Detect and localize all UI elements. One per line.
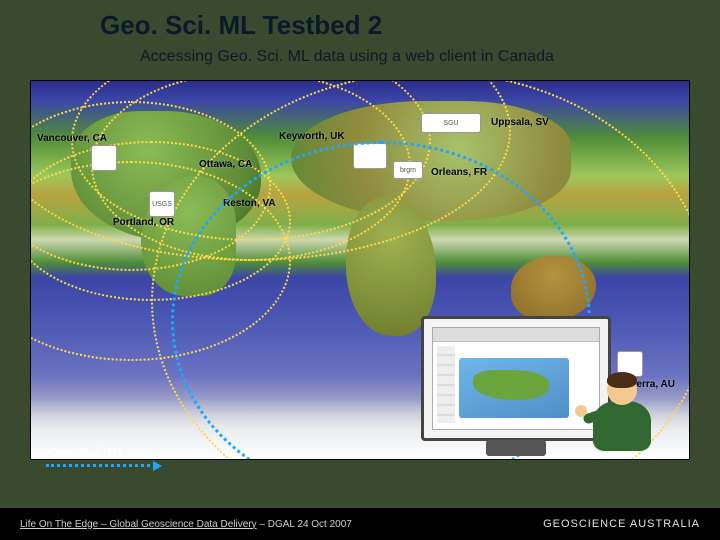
geosci-ml-arrow	[46, 464, 156, 467]
logo-bgs	[353, 143, 387, 169]
web-client-monitor	[421, 316, 611, 441]
logo-vancouver	[91, 145, 117, 171]
footer-left: Life On The Edge – Global Geoscience Dat…	[20, 519, 352, 530]
geosci-ml-badge: Geo. Sci. ML	[48, 445, 126, 460]
label-uppsala: Uppsala, SV	[491, 117, 549, 128]
browser-sidebar	[437, 346, 455, 423]
label-keyworth: Keyworth, UK	[279, 131, 345, 142]
browser-toolbar	[433, 328, 599, 342]
user-illustration	[589, 375, 659, 460]
logo-brgm: brgm	[393, 161, 423, 179]
world-map-panel: Vancouver, CA Portland, OR USGS Reston, …	[30, 80, 690, 460]
slide-subtitle: Accessing Geo. Sci. ML data using a web …	[140, 48, 554, 66]
label-ottawa: Ottawa, CA	[199, 159, 252, 170]
logo-sgu: SGU	[421, 113, 481, 133]
landmass-australia	[511, 256, 596, 321]
label-portland: Portland, OR	[113, 217, 174, 228]
label-orleans: Orleans, FR	[431, 167, 487, 178]
slide-footer: Life On The Edge – Global Geoscience Dat…	[0, 508, 720, 540]
user-hand	[575, 405, 587, 417]
browser-map-view	[459, 358, 569, 418]
footer-link[interactable]: Life On The Edge – Global Geoscience Dat…	[20, 519, 257, 530]
footer-suffix: – DGAL 24 Oct 2007	[257, 519, 352, 530]
slide-title: Geo. Sci. ML Testbed 2	[100, 10, 382, 41]
label-reston: Reston, VA	[223, 198, 276, 209]
footer-brand: GEOSCIENCE AUSTRALIA	[543, 518, 700, 530]
label-vancouver: Vancouver, CA	[37, 133, 107, 144]
user-hair	[607, 372, 637, 388]
logo-usgs: USGS	[149, 191, 175, 217]
web-client-window	[432, 327, 600, 430]
